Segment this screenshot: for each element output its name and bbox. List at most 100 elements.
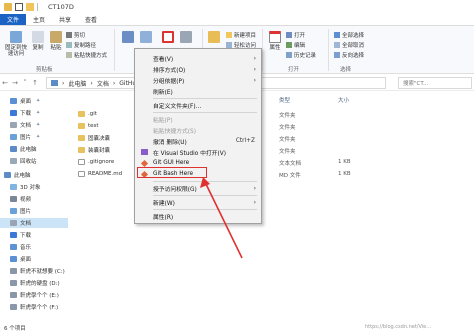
list-item[interactable]: 装囊封囊 <box>78 145 110 155</box>
clipboard-group-label: 剪贴板 <box>36 67 53 73</box>
list-item[interactable]: test <box>78 121 99 131</box>
nav-item-drive-c[interactable]: 軒虎不就想要 (C:) <box>10 266 65 276</box>
nav-item-music[interactable]: 音乐 <box>10 242 31 252</box>
nav-item-drive-e[interactable]: 軒虎學个个 (E:) <box>10 290 59 300</box>
nav-item-downloads-pc[interactable]: 下载 <box>10 230 31 240</box>
copy-to-button[interactable] <box>140 31 152 45</box>
list-item[interactable]: README.md <box>78 169 122 179</box>
menu-item-label: 撤消 删除(U) <box>153 139 187 146</box>
column-header-type[interactable]: 类型 <box>279 96 290 104</box>
computer-icon <box>4 172 11 178</box>
file-type: 文件夹 <box>279 137 296 143</box>
menu-item-label: 排序方式(O) <box>153 67 186 74</box>
select-all-button[interactable]: 全部选择 <box>334 31 364 39</box>
nav-item-this-pc-pinned[interactable]: 此电脑 <box>10 144 37 154</box>
checkbox-icon[interactable] <box>15 3 23 11</box>
tab-share[interactable]: 共享 <box>52 14 78 25</box>
forward-icon[interactable]: → <box>10 77 20 89</box>
breadcrumb-item[interactable]: 此电脑 <box>68 79 86 88</box>
new-item-button[interactable]: 新建项目 <box>226 31 256 39</box>
folder-icon <box>78 123 85 129</box>
invert-selection-button[interactable]: 反向选择 <box>334 51 364 59</box>
nav-item-pictures-pc[interactable]: 图片 <box>10 206 31 216</box>
rename-button[interactable] <box>180 31 192 45</box>
pin-icon: ✦ <box>36 110 41 116</box>
folder-icon[interactable] <box>4 3 12 11</box>
properties-button[interactable]: 属性 <box>268 31 282 51</box>
highlight-box <box>137 167 207 178</box>
delete-button[interactable] <box>162 31 174 45</box>
copy-path-icon <box>66 42 72 48</box>
menu-item-group-by[interactable]: 分组依据(P) › <box>135 75 261 85</box>
paste-icon <box>50 31 62 43</box>
pin-icon: ✦ <box>36 98 41 104</box>
menu-item-label: Git GUI Here <box>153 160 190 166</box>
search-input[interactable]: 搜索"CT... <box>398 77 472 89</box>
history-button[interactable]: 历史记录 <box>286 51 316 59</box>
edit-icon <box>286 42 292 48</box>
open-button[interactable]: 打开 <box>286 31 305 39</box>
menu-item-undo-delete[interactable]: 撤消 删除(U) Ctrl+Z <box>135 136 261 146</box>
menu-item-view[interactable]: 查看(V) › <box>135 53 261 63</box>
chevron-right-icon: › <box>253 65 256 73</box>
menu-item-new[interactable]: 新建(W) › <box>135 197 261 207</box>
video-icon <box>10 196 17 202</box>
nav-item-label: 軒虎學个个 (E:) <box>20 293 59 299</box>
column-header-size[interactable]: 大小 <box>338 96 349 104</box>
tab-home[interactable]: 主页 <box>26 14 52 25</box>
menu-item-properties[interactable]: 属性(R) <box>135 211 261 221</box>
new-item-label: 新建项目 <box>234 33 257 39</box>
list-item[interactable]: .git <box>78 109 97 119</box>
file-icon <box>78 171 85 177</box>
menu-item-give-access[interactable]: 授予访问权限(G) › <box>135 183 261 193</box>
paste-button[interactable]: 粘贴 <box>48 31 64 51</box>
chevron-right-icon: › <box>62 79 65 87</box>
select-none-button[interactable]: 全部取消 <box>334 41 364 49</box>
menu-item-paste-shortcut: 粘贴快捷方式(S) <box>135 125 261 135</box>
nav-item-this-pc[interactable]: 此电脑 <box>4 170 31 180</box>
nav-item-documents[interactable]: 文档 ✦ <box>10 120 40 130</box>
edit-button[interactable]: 编辑 <box>286 41 305 49</box>
copy-path-label: 复制路径 <box>74 43 97 49</box>
move-to-button[interactable] <box>122 31 134 45</box>
tab-file[interactable]: 文件 <box>0 14 27 25</box>
menu-separator <box>153 195 257 196</box>
new-folder-button[interactable] <box>208 31 220 45</box>
nav-item-desktop-pc[interactable]: 桌面 <box>10 254 31 264</box>
menu-item-refresh[interactable]: 刷新(E) <box>135 86 261 96</box>
pin-icon: ✦ <box>36 122 41 128</box>
paste-shortcut-button[interactable]: 粘贴快捷方式 <box>66 51 107 59</box>
nav-item-documents-pc[interactable]: 文档 <box>0 218 68 228</box>
list-item[interactable]: .gitignore <box>78 157 114 167</box>
nav-item-downloads[interactable]: 下载 ✦ <box>10 108 40 118</box>
nav-item-drive-f[interactable]: 軒虎學个个 (F:) <box>10 302 58 312</box>
back-icon[interactable]: ← <box>0 77 10 89</box>
nav-item-3d-objects[interactable]: 3D 对象 <box>10 182 40 192</box>
copy-path-button[interactable]: 复制路径 <box>66 41 96 49</box>
nav-item-pictures[interactable]: 图片 ✦ <box>10 132 40 142</box>
cut-button[interactable]: 剪切 <box>66 31 85 39</box>
pin-button[interactable]: 固定到快速访问 <box>4 31 28 58</box>
cube-icon <box>10 184 17 190</box>
move-to-icon <box>122 31 134 43</box>
list-item[interactable]: 固囊决囊 <box>78 133 110 143</box>
nav-item-recycle-bin[interactable]: 回收站 <box>10 156 37 166</box>
nav-item-desktop[interactable]: 桌面 ✦ <box>10 96 40 106</box>
menu-item-sort-by[interactable]: 排序方式(O) › <box>135 64 261 74</box>
new-folder-icon[interactable] <box>26 3 34 11</box>
copy-button[interactable]: 复制 <box>31 31 45 51</box>
cut-label: 剪切 <box>74 33 86 39</box>
recent-locations-icon[interactable]: ˅ <box>20 77 30 89</box>
menu-item-open-in-visual-studio[interactable]: 在 Visual Studio 中打开(V) <box>135 147 261 157</box>
nav-item-videos[interactable]: 视频 <box>10 194 31 204</box>
breadcrumb-item[interactable]: 文档 <box>97 79 109 88</box>
menu-item-customize-folder[interactable]: 自定义文件夹(F)... <box>135 100 261 110</box>
nav-item-drive-d[interactable]: 軒虎的硬盘 (D:) <box>10 278 60 288</box>
history-icon <box>286 52 292 58</box>
up-icon[interactable]: ↑ <box>30 77 40 89</box>
tab-view[interactable]: 查看 <box>78 14 104 25</box>
menu-item-label: 粘贴(P) <box>153 117 173 124</box>
file-name: README.md <box>88 171 123 177</box>
context-menu: 查看(V) › 排序方式(O) › 分组依据(P) › 刷新(E) 自定义文件夹(F)… <box>134 48 262 224</box>
file-type: 文本文档 <box>279 161 302 167</box>
